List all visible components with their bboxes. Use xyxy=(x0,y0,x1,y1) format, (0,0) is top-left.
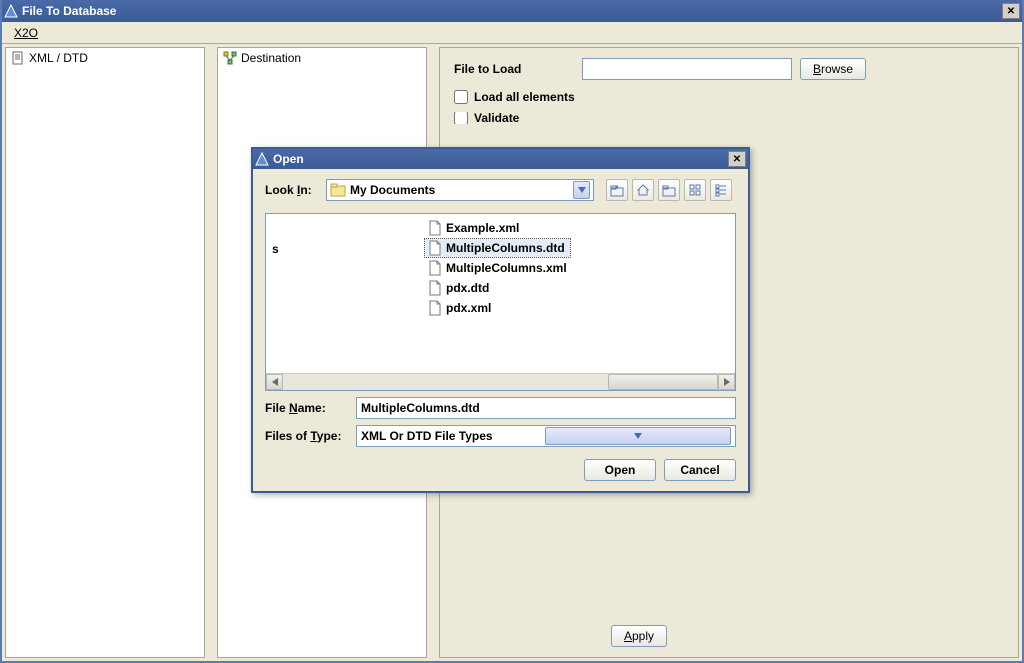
menu-x2o[interactable]: X2O xyxy=(8,24,44,42)
file-list-area: s Example.xml MultipleColumns.dtd Multip… xyxy=(265,213,736,391)
file-icon xyxy=(428,280,442,296)
file-item[interactable]: MultipleColumns.dtd xyxy=(424,238,571,258)
scroll-right-button[interactable] xyxy=(718,374,735,390)
details-view-button[interactable] xyxy=(710,179,732,201)
file-icon xyxy=(428,220,442,236)
validate-label: Validate xyxy=(474,112,519,124)
main-title: File To Database xyxy=(22,4,1002,18)
file-icon xyxy=(428,300,442,316)
panel-destination-header: Destination xyxy=(218,48,426,68)
file-list-scrollbar[interactable] xyxy=(266,373,735,390)
panel-destination-label: Destination xyxy=(241,51,301,65)
dialog-button-row: Open Cancel xyxy=(265,459,736,481)
panel-xml-dtd-label: XML / DTD xyxy=(29,51,88,65)
load-all-label: Load all elements xyxy=(474,90,575,104)
open-dialog: Open ✕ Look In: My Documents s xyxy=(251,147,750,493)
splitter-1[interactable] xyxy=(209,47,213,658)
dialog-body: Look In: My Documents s xyxy=(253,169,748,491)
file-icon xyxy=(428,260,442,276)
new-folder-button[interactable] xyxy=(658,179,680,201)
dialog-close-button[interactable]: ✕ xyxy=(728,151,746,167)
file-name-input[interactable] xyxy=(356,397,736,419)
tree-icon xyxy=(223,51,237,65)
browse-button[interactable]: Browse xyxy=(800,58,866,80)
scroll-left-button[interactable] xyxy=(266,374,283,390)
menubar: X2O xyxy=(2,22,1022,44)
files-of-type-combo[interactable]: XML Or DTD File Types xyxy=(356,425,736,447)
panel-xml-dtd-header: XML / DTD xyxy=(6,48,204,68)
load-all-row: Load all elements xyxy=(454,90,1004,104)
apply-button[interactable]: Apply xyxy=(611,625,667,647)
file-icon xyxy=(428,240,442,256)
files-of-type-label: Files of Type: xyxy=(265,429,350,443)
file-list: s Example.xml MultipleColumns.dtd Multip… xyxy=(266,214,735,372)
dialog-titlebar: Open ✕ xyxy=(253,149,748,169)
look-in-combo[interactable]: My Documents xyxy=(326,179,594,201)
dialog-toolbar xyxy=(606,179,732,201)
folder-icon xyxy=(330,183,346,197)
scroll-thumb[interactable] xyxy=(608,374,718,390)
document-icon xyxy=(11,51,25,65)
look-in-value: My Documents xyxy=(350,183,573,197)
open-button[interactable]: Open xyxy=(584,459,656,481)
home-button[interactable] xyxy=(632,179,654,201)
load-all-checkbox[interactable] xyxy=(454,90,468,104)
file-to-load-input[interactable] xyxy=(582,58,792,80)
main-titlebar: File To Database ✕ xyxy=(2,0,1022,22)
file-list-fragment: s xyxy=(268,240,283,258)
chevron-down-icon xyxy=(573,181,590,199)
chevron-down-icon xyxy=(545,427,731,445)
dialog-app-icon xyxy=(255,152,269,166)
validate-row: Validate xyxy=(454,112,1004,124)
file-item[interactable]: pdx.dtd xyxy=(424,278,571,298)
file-item[interactable]: pdx.xml xyxy=(424,298,571,318)
files-of-type-value: XML Or DTD File Types xyxy=(361,429,545,443)
scroll-track[interactable] xyxy=(283,374,718,390)
file-item[interactable]: MultipleColumns.xml xyxy=(424,258,571,278)
apply-row: Apply xyxy=(454,625,1004,647)
dialog-title: Open xyxy=(273,152,728,166)
file-column: Example.xml MultipleColumns.dtd Multiple… xyxy=(424,218,571,318)
app-icon xyxy=(4,4,18,18)
look-in-row: Look In: My Documents xyxy=(265,179,736,201)
file-to-load-label: File to Load xyxy=(454,62,574,76)
file-item[interactable]: Example.xml xyxy=(424,218,571,238)
file-to-load-row: File to Load Browse xyxy=(454,58,1004,80)
panel-xml-dtd: XML / DTD xyxy=(5,47,205,658)
cancel-button[interactable]: Cancel xyxy=(664,459,736,481)
main-close-button[interactable]: ✕ xyxy=(1002,3,1020,19)
up-folder-button[interactable] xyxy=(606,179,628,201)
file-name-label: File Name: xyxy=(265,401,350,415)
files-of-type-row: Files of Type: XML Or DTD File Types xyxy=(265,425,736,447)
file-name-row: File Name: xyxy=(265,397,736,419)
list-view-button[interactable] xyxy=(684,179,706,201)
validate-checkbox[interactable] xyxy=(454,112,468,124)
look-in-label: Look In: xyxy=(265,183,320,197)
